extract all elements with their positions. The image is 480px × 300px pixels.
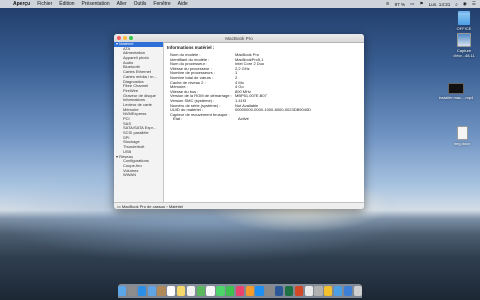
reminders-icon[interactable] bbox=[186, 286, 196, 296]
desktop-item-office-folder[interactable]: OFFICE bbox=[450, 11, 478, 32]
downloads-stack-icon[interactable] bbox=[343, 286, 353, 296]
spotlight-search-icon[interactable]: ⌕ bbox=[455, 2, 458, 7]
maps-icon[interactable] bbox=[196, 286, 205, 296]
desktop-item-label: installer.mac....mp4 bbox=[438, 95, 474, 100]
document-icon bbox=[456, 126, 468, 140]
video-thumbnail-icon bbox=[448, 83, 464, 94]
menu-clock[interactable]: Lun. 14:31 bbox=[429, 2, 451, 7]
sidebar[interactable]: ▾ Matériel ATA Alimentation Appareil photo A… bbox=[114, 42, 164, 202]
window-title: MacBook Pro bbox=[225, 35, 253, 41]
menu-tools[interactable]: Outils bbox=[134, 1, 147, 7]
hardware-info-list: Nom du modèle : MacBook Pro Identifiant du… bbox=[167, 52, 364, 122]
system-preferences-icon[interactable] bbox=[265, 286, 274, 296]
launchpad-icon[interactable] bbox=[127, 286, 137, 296]
photos-icon[interactable] bbox=[206, 286, 215, 296]
dock bbox=[118, 284, 362, 298]
powerpoint-icon[interactable] bbox=[294, 286, 304, 296]
system-information-icon[interactable] bbox=[314, 286, 323, 296]
word-icon[interactable] bbox=[275, 286, 284, 296]
menu-file[interactable]: Fichier bbox=[37, 1, 52, 7]
preview-icon[interactable] bbox=[304, 286, 313, 296]
status-menus: ≋ 97 % ▭ ⚑ Lun. 14:31 ⌕ ◉ ☰ bbox=[386, 0, 476, 8]
system-information-window: MacBook Pro ▾ Matériel ATA Alimentation App… bbox=[114, 34, 364, 209]
desktop-item-screenshot[interactable]: Capture d'écr...48.11 bbox=[450, 33, 478, 58]
menu-window[interactable]: Fenêtre bbox=[153, 1, 170, 7]
safari-icon[interactable] bbox=[137, 286, 147, 296]
chrome-icon[interactable] bbox=[324, 286, 333, 296]
trash-icon[interactable] bbox=[353, 286, 362, 296]
flag-icon[interactable]: ⚑ bbox=[419, 1, 423, 7]
content-heading: Informations matériel : bbox=[167, 45, 215, 50]
wifi-icon[interactable]: ≋ bbox=[386, 1, 390, 7]
image-thumbnail-icon bbox=[457, 33, 471, 47]
menu-edit[interactable]: Édition bbox=[59, 1, 74, 7]
messages-icon[interactable] bbox=[216, 286, 225, 296]
info-value: Activé bbox=[238, 116, 249, 122]
battery-icon[interactable]: ▭ bbox=[410, 1, 414, 7]
excel-icon[interactable] bbox=[284, 286, 294, 296]
calendar-icon[interactable] bbox=[167, 286, 176, 296]
itunes-icon[interactable] bbox=[235, 286, 245, 296]
laptop-icon: ▭ bbox=[117, 204, 121, 209]
menu-view[interactable]: Présentation bbox=[82, 1, 110, 7]
app-menu[interactable]: Aperçu bbox=[13, 1, 30, 7]
mail-icon[interactable] bbox=[147, 286, 156, 296]
app-store-icon[interactable] bbox=[255, 286, 264, 296]
info-value: 00000000-0000-1000-8000-0023DB9040D bbox=[235, 107, 312, 113]
menu-bar: Aperçu Fichier Édition Présentation Alle… bbox=[0, 0, 480, 8]
notes-icon[interactable] bbox=[176, 286, 186, 296]
desktop-item-label: OFFICE bbox=[456, 26, 472, 31]
siri-icon[interactable]: ◉ bbox=[463, 1, 467, 7]
folder-icon bbox=[458, 11, 470, 25]
folder-icon[interactable] bbox=[333, 286, 343, 296]
battery-percentage[interactable]: 97 % bbox=[395, 2, 405, 7]
finder-icon[interactable] bbox=[118, 286, 127, 296]
menu-go[interactable]: Aller bbox=[117, 1, 127, 7]
desktop-item-docx[interactable]: neg.docx bbox=[448, 126, 476, 147]
desktop-item-label: Capture d'écr...48.11 bbox=[453, 48, 475, 58]
info-row: État : Activé bbox=[167, 117, 364, 122]
path-text: MacBook Pro de cassou › Matériel bbox=[121, 204, 184, 209]
desktop-item-video[interactable]: installer.mac....mp4 bbox=[438, 83, 474, 101]
hardware-overview-panel: Informations matériel : Nom du modèle :M… bbox=[164, 42, 364, 202]
desktop-item-label: neg.docx bbox=[453, 141, 471, 146]
facetime-icon[interactable] bbox=[226, 286, 235, 296]
info-key: État : bbox=[173, 116, 183, 122]
contacts-icon[interactable] bbox=[157, 286, 166, 296]
sidebar-item[interactable]: WWAN bbox=[114, 173, 163, 178]
notification-center-icon[interactable]: ☰ bbox=[472, 1, 476, 7]
path-bar: ▭ MacBook Pro de cassou › Matériel bbox=[114, 202, 364, 209]
menu-help[interactable]: Aide bbox=[178, 1, 188, 7]
ibooks-icon[interactable] bbox=[245, 286, 254, 296]
